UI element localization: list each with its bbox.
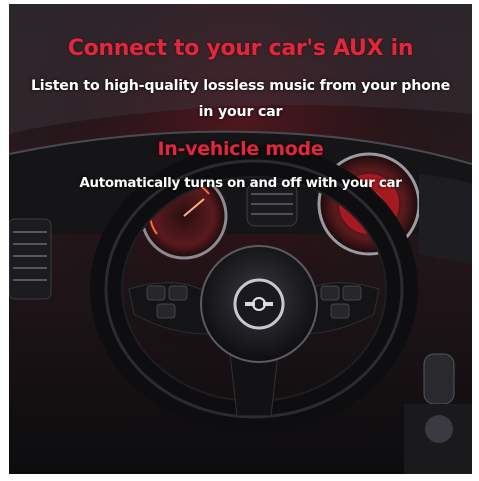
product-image: Connect to your car's AUX in Listen to h…	[9, 4, 472, 474]
subheadline-line-2: in your car	[198, 104, 283, 120]
mode-description: Automatically turns on and off with your…	[79, 176, 402, 191]
page-frame: Connect to your car's AUX in Listen to h…	[0, 0, 479, 481]
mode-title: In-vehicle mode	[157, 138, 324, 160]
steering-wheel-logo-icon	[245, 297, 273, 311]
car-interior-scene	[9, 4, 472, 474]
headline: Connect to your car's AUX in	[67, 36, 414, 61]
gear-shift	[404, 353, 472, 474]
subheadline-line-1: Listen to high-quality lossless music fr…	[30, 78, 451, 94]
